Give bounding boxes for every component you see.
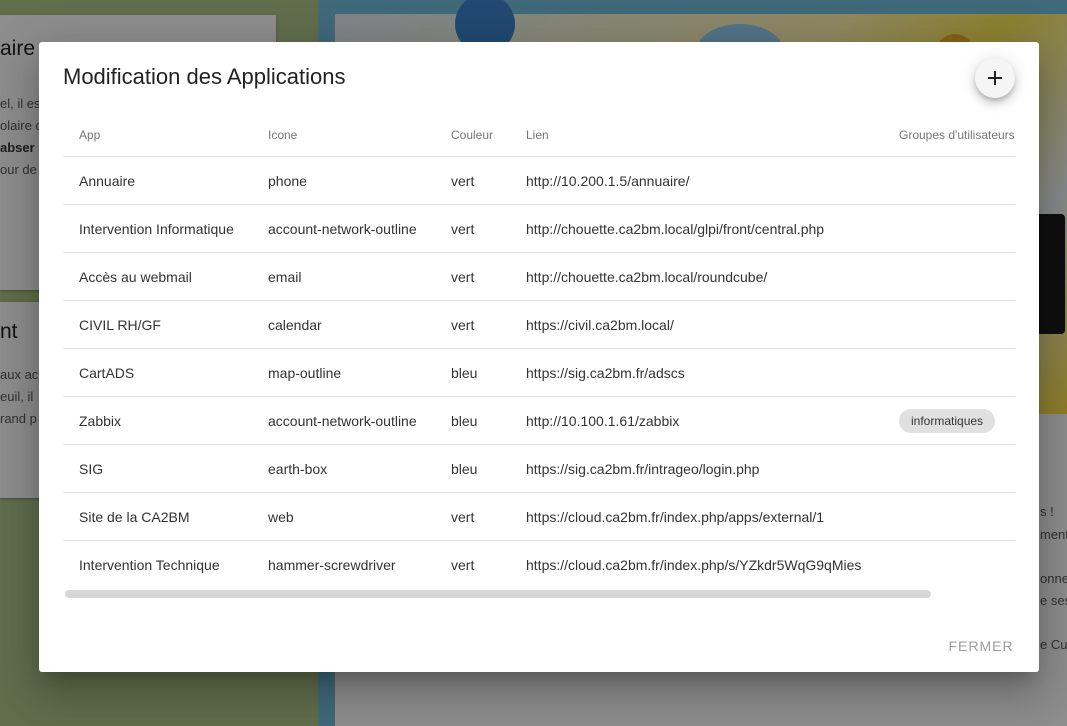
- plus-icon: [988, 71, 1002, 85]
- cell-couleur: bleu: [435, 444, 510, 493]
- table-row[interactable]: CIVIL RH/GF calendar vert https://civil.ca2…: [63, 300, 1015, 349]
- cell-icone: hammer-screwdriver: [268, 556, 396, 573]
- cell-couleur: vert: [435, 204, 510, 253]
- table-row[interactable]: Accès au webmail email vert http://chouette…: [63, 252, 1015, 301]
- column-header-app[interactable]: App: [63, 114, 252, 157]
- cell-icone: web: [252, 492, 435, 541]
- applications-table-container[interactable]: App Icone Couleur Lien Groupes d'utilisa…: [63, 114, 1015, 604]
- cell-couleur: vert: [435, 300, 510, 349]
- cell-icone: calendar: [252, 300, 435, 349]
- cell-lien: https://civil.ca2bm.local/: [510, 300, 883, 349]
- cell-couleur: vert: [435, 492, 510, 541]
- cell-lien: http://10.100.1.61/zabbix: [510, 396, 883, 445]
- cell-groupes: [883, 444, 1015, 493]
- cell-couleur: vert: [435, 252, 510, 301]
- table-row[interactable]: Intervention Informatique account-network…: [63, 204, 1015, 253]
- cell-couleur: vert: [435, 156, 510, 205]
- cell-app: CartADS: [63, 348, 252, 397]
- cell-groupes: [883, 348, 1015, 397]
- column-header-lien[interactable]: Lien: [510, 114, 883, 157]
- column-header-couleur[interactable]: Couleur: [435, 114, 510, 157]
- table-row[interactable]: Site de la CA2BM web vert https://cloud.ca2…: [63, 492, 1015, 541]
- cell-app: Intervention Technique: [79, 556, 220, 573]
- cell-lien: https://sig.ca2bm.fr/intrageo/login.php: [510, 444, 883, 493]
- table-row[interactable]: Zabbix account-network-outline bleu http://…: [63, 396, 1015, 445]
- cell-app: Annuaire: [63, 156, 252, 205]
- cell-lien: https://cloud.ca2bm.fr/index.php/apps/ex…: [510, 492, 883, 541]
- cell-app: Intervention Informatique: [63, 204, 252, 253]
- cell-groupes: [883, 252, 1015, 301]
- cell-groupes: [883, 204, 1015, 253]
- table-header-row: App Icone Couleur Lien Groupes d'utilisa…: [63, 114, 1015, 157]
- cell-lien: http://chouette.ca2bm.local/glpi/front/c…: [510, 204, 883, 253]
- cell-groupes: [883, 156, 1015, 205]
- table-row[interactable]: CartADS map-outline bleu https://sig.ca2bm.…: [63, 348, 1015, 397]
- scrollbar-thumb[interactable]: [65, 590, 931, 598]
- column-header-groupes[interactable]: Groupes d'utilisateurs: [883, 114, 1015, 157]
- cell-app: SIG: [63, 444, 252, 493]
- close-button[interactable]: FERMER: [937, 630, 1025, 662]
- applications-dialog: Modification des Applications App Icone …: [39, 42, 1039, 672]
- user-group-chip[interactable]: informatiques: [899, 408, 996, 433]
- table-row[interactable]: Annuaire phone vert http://10.200.1.5/annua…: [63, 156, 1015, 205]
- cell-app: Site de la CA2BM: [63, 492, 252, 541]
- add-application-button[interactable]: [975, 58, 1015, 98]
- cell-app: Accès au webmail: [63, 252, 252, 301]
- horizontal-scrollbar[interactable]: [63, 588, 1015, 598]
- cell-icone: map-outline: [252, 348, 435, 397]
- cell-icone: account-network-outline: [252, 396, 435, 445]
- cell-couleur: bleu: [435, 396, 510, 445]
- cell-lien: https://sig.ca2bm.fr/adscs: [510, 348, 883, 397]
- cell-groupes: [883, 492, 1015, 541]
- table-row[interactable]: Intervention Technique hammer-screwdriver…: [63, 541, 1015, 589]
- cell-lien: http://chouette.ca2bm.local/roundcube/: [510, 252, 883, 301]
- cell-lien: http://10.200.1.5/annuaire/: [510, 156, 883, 205]
- column-header-icone[interactable]: Icone: [252, 114, 435, 157]
- table-row[interactable]: SIG earth-box bleu https://sig.ca2bm.fr/int…: [63, 444, 1015, 493]
- cell-icone: phone: [252, 156, 435, 205]
- cell-icone: earth-box: [252, 444, 435, 493]
- cell-couleur: bleu: [435, 348, 510, 397]
- cell-app: Zabbix: [63, 396, 252, 445]
- cell-app: CIVIL RH/GF: [63, 300, 252, 349]
- dialog-title: Modification des Applications: [63, 64, 346, 89]
- applications-table: App Icone Couleur Lien Groupes d'utilisa…: [63, 114, 1015, 588]
- cell-lien: https://cloud.ca2bm.fr/index.php/s/YZkdr…: [526, 556, 862, 573]
- cell-icone: account-network-outline: [252, 204, 435, 253]
- cell-couleur: vert: [451, 556, 475, 573]
- cell-groupes: [883, 541, 1015, 589]
- cell-groupes: [883, 300, 1015, 349]
- cell-groupes: informatiques: [883, 396, 1015, 445]
- cell-icone: email: [252, 252, 435, 301]
